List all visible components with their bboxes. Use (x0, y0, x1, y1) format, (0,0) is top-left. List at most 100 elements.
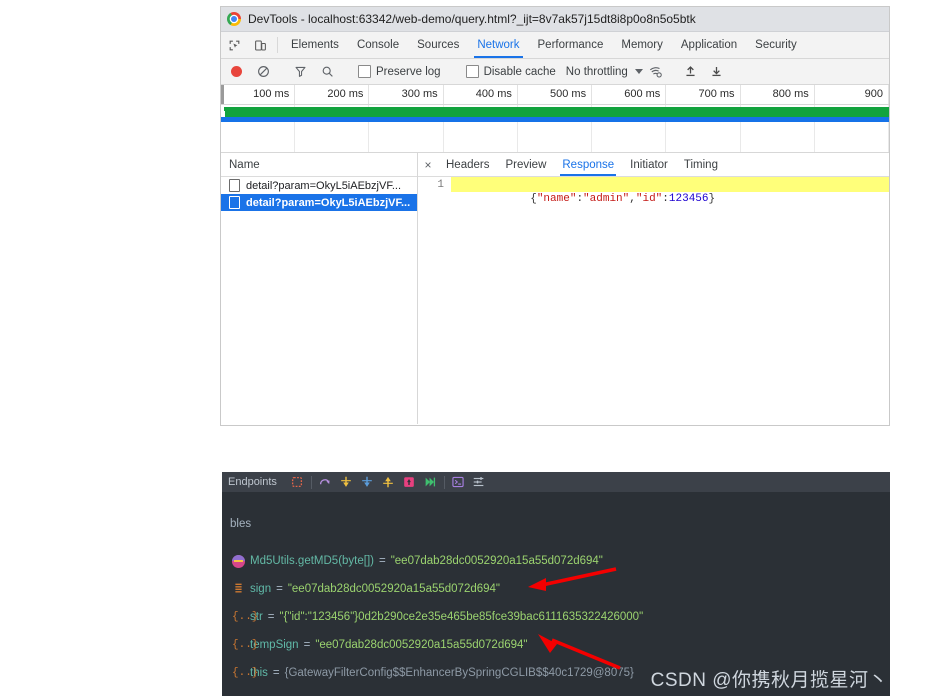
step-over-icon[interactable] (315, 473, 336, 491)
tab-label: Headers (446, 158, 490, 171)
tab-label: Timing (683, 158, 718, 171)
filter-icon[interactable] (294, 65, 307, 78)
close-icon[interactable]: × (418, 153, 438, 176)
json-token: 123456 (668, 193, 709, 205)
device-toolbar-icon[interactable] (247, 32, 273, 58)
equals-sign: = (272, 667, 280, 679)
variable-value: "ee07dab28dc0052920a15a55d072d694" (315, 639, 528, 651)
chrome-logo-icon (227, 12, 241, 26)
ruler-tick: 200 ms (295, 85, 370, 104)
json-token: { (530, 193, 537, 205)
ruler-tick: 300 ms (369, 85, 444, 104)
document-icon (229, 179, 240, 192)
throttling-select[interactable]: No throttling (566, 66, 643, 78)
overview-band-nub (221, 111, 225, 117)
toolbar-divider (443, 475, 445, 489)
field-icon: ≣ (234, 581, 243, 596)
clear-icon[interactable] (257, 65, 270, 78)
json-token: "admin" (583, 193, 630, 205)
tab-label: Network (477, 39, 520, 51)
ruler-tick: 900 (815, 85, 889, 104)
variable-value: "ee07dab28dc0052920a15a55d072d694" (287, 583, 501, 595)
checkbox-box (358, 65, 371, 78)
record-icon[interactable] (231, 66, 242, 77)
tab-console[interactable]: Console (348, 32, 408, 58)
response-body[interactable]: 1 {"name":"admin","id":123456} (418, 177, 889, 424)
detail-tab-initiator[interactable]: Initiator (622, 153, 676, 176)
object-icon: {..} (232, 610, 259, 623)
tab-label: Application (680, 39, 738, 51)
variable-value: "{"id":"123456"}0d2b290ce2e35e465be85fce… (279, 611, 644, 623)
detail-tab-response[interactable]: Response (554, 153, 622, 176)
json-token: , (629, 193, 636, 205)
tab-label: Security (755, 39, 797, 51)
variables-pane-title: bles (230, 518, 252, 530)
ruler-tick: 400 ms (444, 85, 518, 104)
resume-program-icon[interactable] (420, 473, 441, 491)
export-har-icon[interactable] (704, 65, 730, 78)
request-list-pane: Name detail?param=OkyL5iAEbzjVF... detai… (221, 153, 418, 424)
json-token: "id" (635, 193, 663, 205)
request-row-1[interactable]: detail?param=OkyL5iAEbzjVF... (221, 177, 417, 194)
variable-row-sign[interactable]: ≣ sign = "ee07dab28dc0052920a15a55d072d6… (232, 580, 500, 598)
tab-application[interactable]: Application (672, 32, 746, 58)
request-list-header[interactable]: Name (221, 153, 417, 177)
object-icon: {..} (232, 666, 259, 679)
devtools-titlebar: DevTools - localhost:63342/web-demo/quer… (221, 7, 889, 32)
devtools-tabs-bar: Elements Console Sources Network Perform… (221, 32, 889, 59)
tab-performance[interactable]: Performance (529, 32, 613, 58)
variable-row-md5utils[interactable]: Md5Utils.getMD5(byte[]) = "ee07dab28dc00… (232, 552, 603, 570)
tab-security[interactable]: Security (746, 32, 806, 58)
tab-sources[interactable]: Sources (408, 32, 468, 58)
network-conditions-icon[interactable] (643, 65, 669, 79)
import-har-icon[interactable] (678, 65, 704, 78)
request-row-2[interactable]: detail?param=OkyL5iAEbzjVF... (221, 194, 417, 211)
tab-network[interactable]: Network (468, 32, 528, 58)
throttling-value: No throttling (565, 65, 628, 78)
variable-row-tempsign[interactable]: {..} tempSign = "ee07dab28dc0052920a15a5… (232, 636, 528, 654)
step-out-icon[interactable] (378, 473, 399, 491)
detail-tab-timing[interactable]: Timing (676, 153, 726, 176)
ruler-tick: 500 ms (518, 85, 593, 104)
devtools-title: DevTools - localhost:63342/web-demo/quer… (248, 12, 696, 26)
network-overview[interactable] (221, 105, 889, 153)
response-json: {"name":"admin","id":123456} (451, 177, 889, 205)
inspect-element-icon[interactable] (221, 32, 247, 58)
ruler-tick: 600 ms (592, 85, 667, 104)
method-result-icon (232, 554, 245, 568)
tab-label: Preview (505, 158, 547, 171)
tab-elements[interactable]: Elements (282, 32, 348, 58)
tab-label: Memory (621, 39, 663, 51)
column-header-name: Name (229, 158, 260, 171)
response-line: 1 {"name":"admin","id":123456} (418, 177, 889, 205)
search-icon[interactable] (321, 65, 334, 78)
settings-icon[interactable] (469, 473, 490, 491)
ruler-tick: 100 ms (221, 85, 296, 104)
run-to-cursor-icon[interactable] (399, 473, 420, 491)
variable-row-str[interactable]: {..} str = "{"id":"123456"}0d2b290ce2e35… (232, 608, 643, 626)
tab-label: Console (356, 39, 400, 51)
preserve-log-checkbox[interactable]: Preserve log (358, 65, 441, 78)
ruler-tick: 700 ms (666, 85, 741, 104)
equals-sign: = (303, 639, 311, 651)
disable-cache-checkbox[interactable]: Disable cache (465, 65, 556, 78)
checkbox-box (465, 65, 479, 78)
tab-memory[interactable]: Memory (612, 32, 672, 58)
mute-breakpoints-icon[interactable] (287, 473, 308, 491)
force-step-into-icon[interactable] (357, 473, 378, 491)
tab-label: Sources (417, 39, 460, 51)
object-icon: {..} (232, 638, 259, 651)
detail-tab-preview[interactable]: Preview (497, 153, 554, 176)
preserve-log-label: Preserve log (376, 65, 441, 78)
evaluate-expression-icon[interactable] (448, 473, 469, 491)
endpoints-label[interactable]: Endpoints (228, 476, 277, 488)
step-into-icon[interactable] (336, 473, 357, 491)
variable-name: sign (250, 583, 272, 595)
equals-sign: = (378, 555, 386, 567)
document-icon (229, 196, 240, 209)
disable-cache-label: Disable cache (483, 65, 556, 78)
request-name: detail?param=OkyL5iAEbzjVF... (246, 196, 411, 209)
detail-tab-headers[interactable]: Headers (438, 153, 497, 176)
debugger-toolbar: Endpoints (222, 472, 890, 492)
variable-row-this[interactable]: {..} this = {GatewayFilterConfig$$Enhanc… (232, 664, 634, 682)
